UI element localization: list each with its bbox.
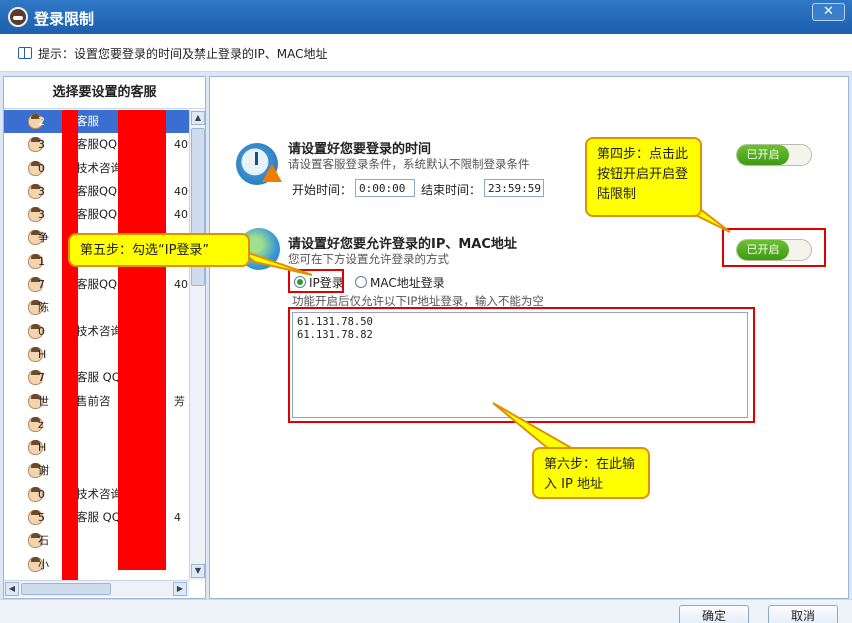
agent-id: 谢	[38, 464, 49, 478]
hint-text: 提示：设置您要登录的时间及禁止登录的IP、MAC地址	[38, 47, 328, 61]
agent-number: 芳	[174, 394, 185, 408]
close-button[interactable]: ✕	[812, 3, 845, 21]
mac-login-radio[interactable]	[355, 276, 367, 288]
time-section-subtitle: 请设置客服登录条件，系统默认不限制登录条件	[288, 157, 530, 171]
agent-id: 1	[38, 254, 45, 268]
agent-name: 技术咨询	[76, 160, 122, 175]
agent-id: 陈	[38, 301, 49, 315]
hscroll-thumb[interactable]	[21, 583, 111, 595]
mac-login-label[interactable]: MAC地址登录	[370, 274, 445, 291]
agent-id: H	[38, 347, 47, 361]
ok-button[interactable]: 确定	[679, 605, 749, 623]
vertical-scrollbar[interactable]: ▲ ▼	[189, 110, 205, 580]
agent-id: 3	[38, 208, 45, 222]
agent-id: 小	[38, 557, 49, 571]
warning-icon	[262, 164, 282, 182]
ip-section-subtitle: 您可在下方设置允许登录的方式	[288, 252, 449, 266]
scroll-down-icon[interactable]: ▼	[191, 564, 205, 578]
agent-id: z	[38, 417, 44, 431]
agent-name: 售前咨	[76, 393, 111, 408]
end-time-label: 结束时间：	[421, 183, 482, 197]
agent-list-panel: 选择要设置的客服 2 客服 3 客服QQ80 40 0 技术咨询 3 客服QQ80 40 3 客服QQ…	[3, 76, 206, 599]
cancel-button[interactable]: 取消	[768, 605, 838, 623]
agent-list-header: 选择要设置的客服	[4, 77, 205, 109]
step5-callout: 第五步：勾选“IP登录”	[68, 233, 250, 267]
time-limit-toggle[interactable]: 已开启	[736, 144, 812, 166]
redaction-bar	[118, 110, 166, 570]
agent-name: 客服	[76, 114, 99, 128]
scroll-up-icon[interactable]: ▲	[191, 111, 205, 125]
title-bar: 登录限制 ✕	[0, 0, 852, 34]
book-icon	[18, 47, 32, 59]
scroll-right-icon[interactable]: ▶	[173, 582, 187, 596]
scroll-left-icon[interactable]: ◀	[5, 582, 19, 596]
agent-id: 0	[38, 324, 45, 338]
toggle-highlight-box	[722, 228, 826, 267]
agent-id: 3	[38, 184, 45, 198]
agent-number: 40	[174, 138, 188, 152]
window-title: 登录限制	[34, 10, 95, 28]
agent-name: 技术咨询	[76, 486, 122, 501]
agent-number: 40	[174, 208, 188, 222]
redaction-bar	[62, 110, 78, 580]
app-logo-icon	[8, 7, 28, 27]
radio-highlight-box	[288, 269, 344, 293]
time-section-title: 请设置好您要登录的时间	[288, 142, 432, 157]
step6-callout: 第六步：在此输入 IP 地址	[532, 447, 650, 499]
hint-bar: 提示：设置您要登录的时间及禁止登录的IP、MAC地址	[0, 34, 852, 72]
agent-number: 4	[174, 511, 181, 525]
start-time-label: 开始时间：	[292, 183, 353, 197]
agent-id: 石	[38, 534, 49, 548]
ip-section-title: 请设置好您要允许登录的IP、MAC地址	[288, 237, 517, 252]
agent-id: 7	[38, 371, 45, 385]
step4-callout: 第四步：点击此按钮开启开启登陆限制	[585, 137, 702, 217]
time-limit-toggle-label: 已开启	[737, 145, 789, 165]
agent-number: 40	[174, 184, 188, 198]
agent-id: H	[38, 441, 47, 455]
agent-id: 7	[38, 278, 45, 292]
agent-id: 2	[38, 115, 45, 128]
horizontal-scrollbar[interactable]: ◀ ▶	[4, 580, 189, 597]
textarea-highlight-box	[288, 307, 755, 423]
agent-id: 5	[38, 511, 45, 525]
agent-id: 3	[38, 138, 45, 152]
agent-id: 0	[38, 487, 45, 501]
agent-id: 0	[38, 161, 45, 175]
agent-name: 技术咨询	[76, 323, 122, 338]
agent-id: 争	[38, 231, 49, 245]
start-time-input[interactable]: 0:00:00	[355, 179, 415, 197]
end-time-input[interactable]: 23:59:59	[484, 179, 544, 197]
agent-id: 世	[38, 394, 49, 408]
agent-number: 40	[174, 278, 188, 292]
